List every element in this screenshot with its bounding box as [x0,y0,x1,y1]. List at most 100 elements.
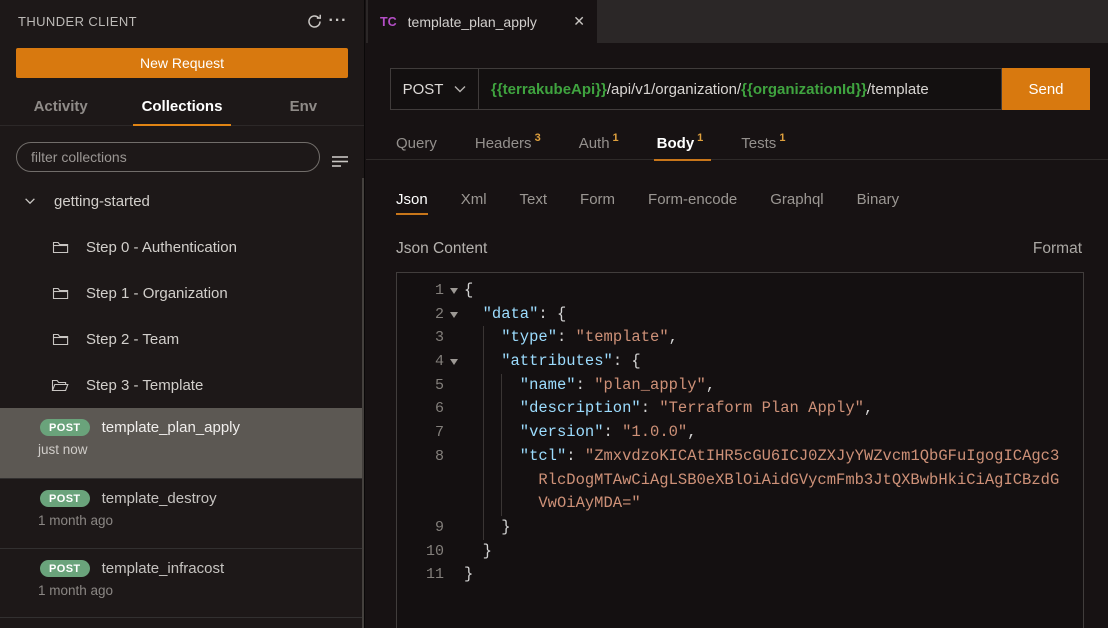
code-line: 6"description": "Terraform Plan Apply", [397,397,1083,421]
line-number: 11 [397,563,444,587]
indent-guide [501,469,520,493]
json-token-key: "description" [520,397,641,421]
request-item[interactable]: POSTtemplate_destroy1 month ago [0,478,364,548]
close-icon[interactable]: ✕ [573,13,585,30]
code-text: VwOiAyMDA=" [464,492,1083,516]
body-tab-xml[interactable]: Xml [461,184,487,215]
sidebar-tab-env[interactable]: Env [243,88,364,125]
more-actions-icon[interactable]: ··· [326,9,350,33]
method-badge: POST [40,419,90,436]
folder-row[interactable]: Step 1 - Organization [0,270,364,316]
sidebar-title: THUNDER CLIENT [18,14,302,29]
body-tab-form-encode[interactable]: Form-encode [648,184,737,215]
json-token-str: "ZmxvdzoKICAtIHR5cGU6ICJ0ZXJyYWZvcm1QbGF… [585,445,1059,469]
indent-guide [483,326,502,350]
send-button[interactable]: Send [1002,68,1090,110]
fold-arrow-icon[interactable] [450,359,458,365]
json-token-str: RlcDogMTAwCiAgLSB0eXBlOiAidGVycmFmb3JtQX… [538,469,1059,493]
json-token-punc: } [501,516,510,540]
url-input[interactable]: {{terrakubeApi}}/api/v1/organization/{{o… [479,69,1001,109]
fold-gutter[interactable] [444,350,464,374]
indent-guide [464,445,483,469]
code-text: "attributes": { [464,350,1083,374]
request-tab-body[interactable]: Body1 [657,126,704,160]
request-title-row: POSTtemplate_infracost [40,560,364,577]
line-number: 8 [397,445,444,469]
request-tab-query[interactable]: Query [396,126,437,160]
fold-gutter[interactable] [444,279,464,303]
new-request-button[interactable]: New Request [16,48,348,78]
request-name: template_destroy [102,490,217,507]
line-number [397,469,444,493]
body-tab-binary[interactable]: Binary [857,184,900,215]
json-token-punc: : [576,374,595,398]
indent-guide [501,397,520,421]
fold-arrow-icon[interactable] [450,288,458,294]
json-token-key: "attributes" [501,350,613,374]
line-number: 6 [397,397,444,421]
request-url-bar: POST {{terrakubeApi}}/api/v1/organizatio… [390,68,1002,110]
json-token-punc: , [687,421,696,445]
indent-guide [483,516,502,540]
folder-label: Step 2 - Team [86,331,179,348]
collection-row-getting-started[interactable]: getting-started [0,178,364,224]
json-token-punc: { [464,279,473,303]
line-number: 7 [397,421,444,445]
json-token-punc: : { [538,303,566,327]
code-line: 2"data": { [397,303,1083,327]
indent-guide [464,303,483,327]
json-content-label: Json Content [396,240,487,258]
json-token-key: "type" [501,326,557,350]
editor-tabbar: TC template_plan_apply ✕ [366,0,1108,43]
indent-guide [501,421,520,445]
indent-guide [464,469,483,493]
filter-menu-icon[interactable] [328,149,352,173]
code-text: "type": "template", [464,326,1083,350]
tab-count-badge: 3 [535,132,541,144]
code-line: 8"tcl": "ZmxvdzoKICAtIHR5cGU6ICJ0ZXJyYWZ… [397,445,1083,469]
json-token-punc: } [464,563,473,587]
body-tab-text[interactable]: Text [520,184,548,215]
request-title-row: POST template_destroy [40,490,364,507]
fold-arrow-icon[interactable] [450,312,458,318]
url-segment-plain: /api/v1/organization/ [607,81,741,98]
url-segment-variable: {{organizationId}} [741,81,867,98]
tc-icon: TC [380,15,397,29]
request-tab-tests[interactable]: Tests1 [741,126,785,160]
json-token-punc: : [557,326,576,350]
request-tab-label: Headers [475,135,532,152]
sidebar-scrollbar[interactable] [362,178,364,628]
folder-row[interactable]: Step 3 - Template [0,362,364,408]
folder-icon [48,281,72,305]
code-line: 10} [397,540,1083,564]
refresh-icon[interactable] [302,9,326,33]
format-button[interactable]: Format [1033,240,1082,258]
code-line: 5"name": "plan_apply", [397,374,1083,398]
request-title-row: POSTtemplate_plan_apply [40,419,364,436]
folder-row[interactable]: Step 2 - Team [0,316,364,362]
method-badge: POST [40,490,90,507]
folder-row[interactable]: Step 0 - Authentication [0,224,364,270]
sidebar-tab-collections[interactable]: Collections [121,88,242,125]
collection-label: getting-started [54,193,150,210]
folder-icon [48,235,72,259]
fold-gutter [444,374,464,398]
json-token-key: "name" [520,374,576,398]
body-tab-json[interactable]: Json [396,184,428,215]
request-item[interactable]: POSTtemplate_infracost1 month ago [0,548,364,618]
request-tab-auth[interactable]: Auth1 [579,126,619,160]
sidebar-tab-activity[interactable]: Activity [0,88,121,125]
editor-tab-active[interactable]: TC template_plan_apply ✕ [368,0,597,43]
body-tab-graphql[interactable]: Graphql [770,184,823,215]
fold-gutter[interactable] [444,303,464,327]
request-item[interactable]: POSTtemplate_plan_applyjust now [0,408,364,478]
filter-collections-input[interactable] [31,149,305,165]
method-dropdown[interactable]: POST [391,69,479,109]
json-token-str: "1.0.0" [622,421,687,445]
body-tab-form[interactable]: Form [580,184,615,215]
folder-label: Step 1 - Organization [86,285,228,302]
request-tab-label: Auth [579,135,610,152]
json-editor[interactable]: 1{2"data": {3"type": "template",4"attrib… [396,272,1084,628]
request-tab-headers[interactable]: Headers3 [475,126,541,160]
indent-guide [464,540,483,564]
